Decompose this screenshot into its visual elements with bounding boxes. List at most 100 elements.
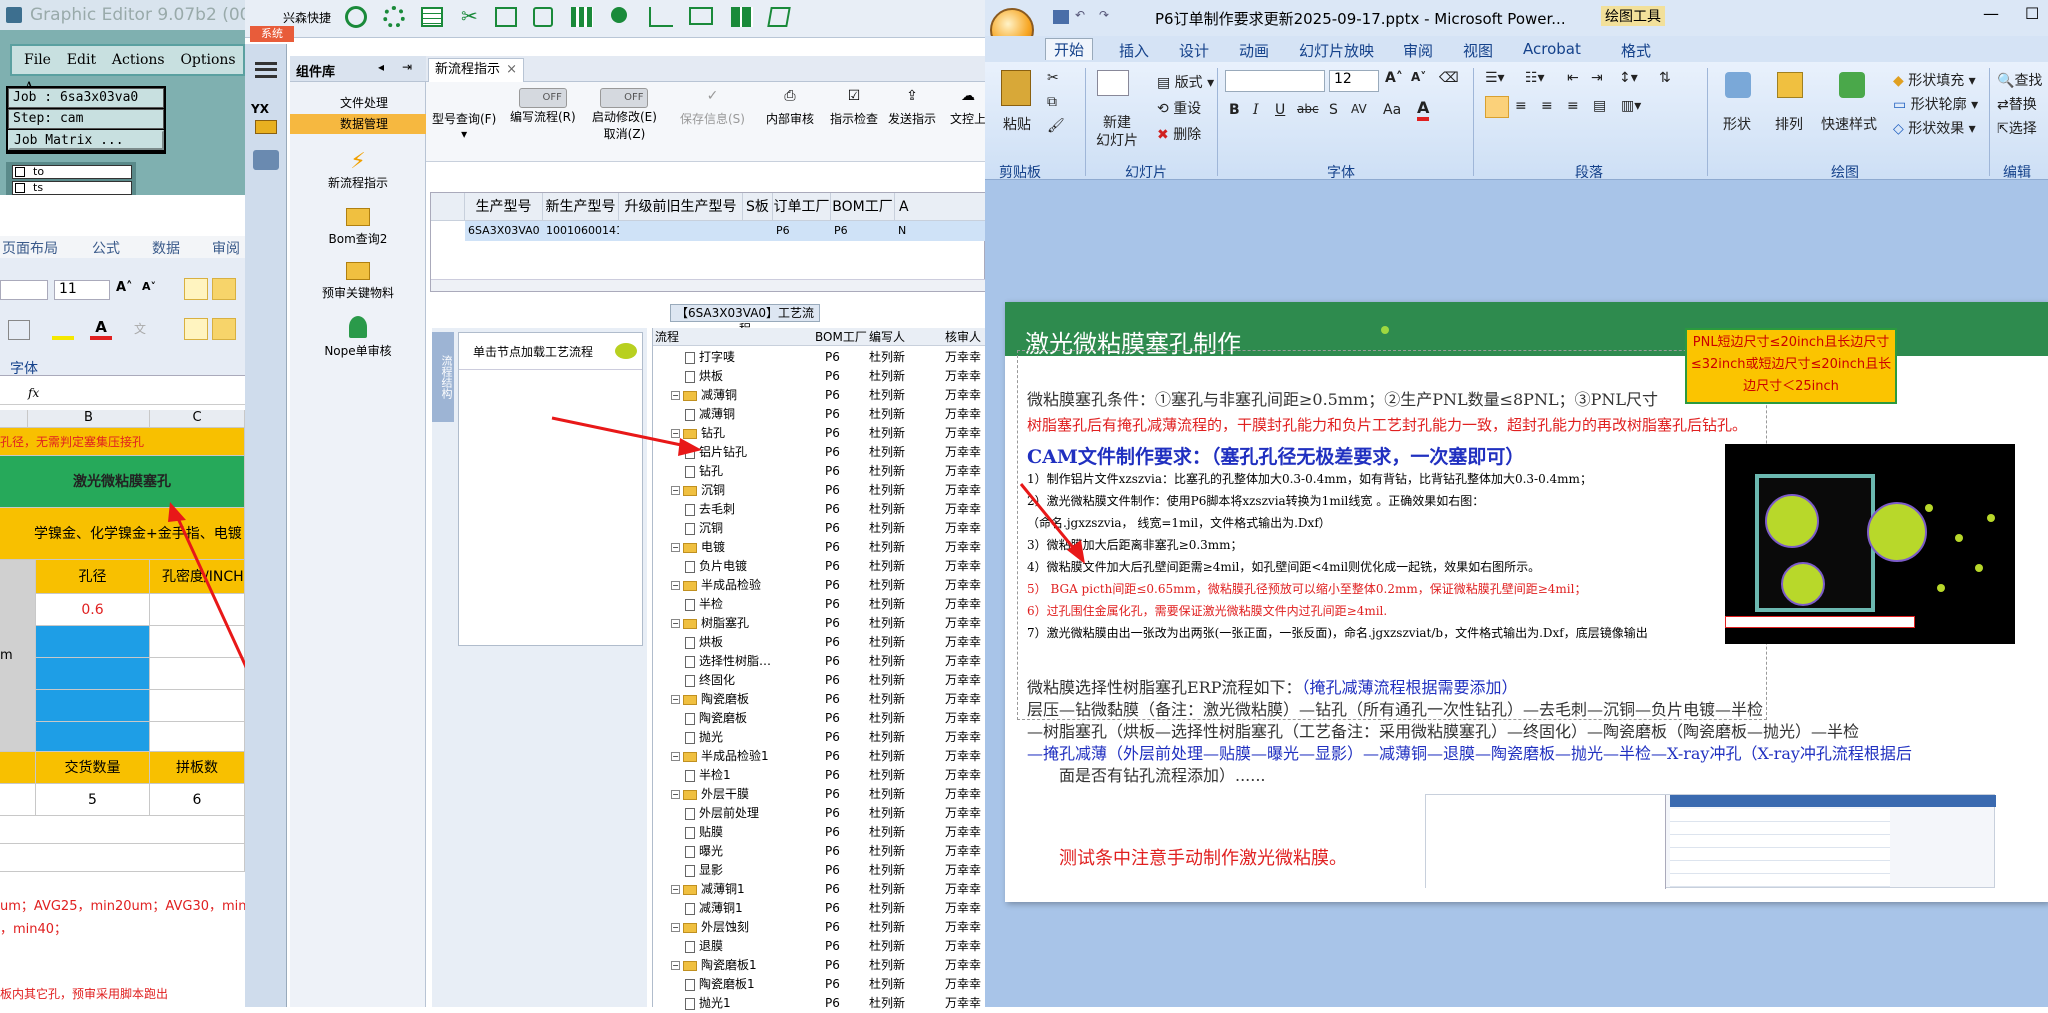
line-spacing-icon[interactable]: ↕▾ — [1619, 70, 1638, 86]
collapse-icon[interactable]: − — [671, 695, 680, 704]
cell-empty-row[interactable] — [0, 816, 245, 844]
side-cell[interactable]: m — [0, 560, 36, 752]
tree-row[interactable]: 打字唛 P6 杜列新 万幸幸 — [653, 348, 986, 367]
tree-row[interactable]: 减薄铜1 P6 杜列新 万幸幸 — [653, 899, 986, 918]
tab-new-flow[interactable]: 新流程指示 × — [428, 58, 524, 82]
grid-header[interactable]: BOM工厂 — [831, 193, 895, 221]
phonetic-icon[interactable]: 文 — [134, 320, 156, 340]
clear-format-icon[interactable]: ⌫ — [1439, 70, 1459, 86]
tree-row[interactable]: − 减薄铜1 P6 杜列新 万幸幸 — [653, 880, 986, 899]
tree-node[interactable]: − 半成品检验 — [671, 576, 761, 595]
check-instructions-button[interactable]: ☑ 指示检查 — [830, 88, 878, 127]
delete-button[interactable]: ✖ 删除 — [1157, 124, 1201, 144]
shrink-font-icon[interactable]: A˅ — [1411, 70, 1426, 84]
tab-formulas[interactable]: 公式 — [92, 238, 120, 258]
horizontal-scrollbar[interactable] — [431, 279, 986, 291]
search-icon[interactable] — [345, 6, 367, 28]
erp-flow-line[interactable]: —掩孔减薄（外层前处理—贴膜—曝光—显影）—减薄铜—退膜—陶瓷磨板—抛光—半检—… — [1027, 740, 1912, 764]
erp-flow-line[interactable]: —树脂塞孔（烘板—选择性树脂塞孔（工艺备注：采用微粘膜塞孔）—终固化）—陶瓷磨板… — [1027, 718, 1859, 742]
select-button[interactable]: ⇱选择 — [1997, 118, 2037, 138]
increase-indent-icon[interactable]: ⇥ — [1591, 70, 1603, 86]
start-modify-toggle[interactable]: OFF 启动修改(E) 取消(Z) — [592, 88, 657, 142]
tree-row[interactable]: − 树脂塞孔 P6 杜列新 万幸幸 — [653, 614, 986, 633]
cam-item-red[interactable]: 6）过孔围住金属化孔，需要保证激光微粘膜文件内过孔间距≥4mil. — [1027, 602, 1387, 619]
tab-home[interactable]: 开始 — [1045, 38, 1094, 60]
tree-row[interactable]: 曝光 P6 杜列新 万幸幸 — [653, 842, 986, 861]
model-query-button[interactable]: 型号查询(F) ▾ — [432, 88, 496, 141]
tree-node[interactable]: 负片电镀 — [685, 557, 747, 576]
toggle-switch[interactable]: OFF — [600, 88, 649, 108]
nav-file-processing[interactable]: 文件处理 — [290, 94, 426, 111]
cam-item[interactable]: 1）制作铝片文件xzszvia：比塞孔的孔整体加大0.3-0.4mm，如有背钻，… — [1027, 470, 1592, 487]
tree-row[interactable]: 半检1 P6 杜列新 万幸幸 — [653, 766, 986, 785]
nav-data-management[interactable]: 数据管理 — [290, 114, 426, 134]
job-matrix-button[interactable]: Job Matrix ... — [8, 130, 164, 150]
tree-node[interactable]: 烘板 — [685, 633, 723, 652]
grow-font-icon[interactable]: A˄ — [1385, 70, 1403, 86]
undo-icon[interactable]: ↶ — [1075, 8, 1085, 22]
tree-row[interactable]: 半检 P6 杜列新 万幸幸 — [653, 595, 986, 614]
tree-row[interactable]: 外层前处理 P6 杜列新 万幸幸 — [653, 804, 986, 823]
tree-node[interactable]: 减薄铜1 — [685, 899, 743, 918]
tree-node[interactable]: − 减薄铜1 — [671, 880, 745, 899]
new-slide-icon[interactable] — [1097, 70, 1129, 96]
minimize-icon[interactable]: — — [1983, 4, 1999, 23]
grid-icon[interactable] — [495, 7, 517, 27]
cam-item[interactable]: 2）激光微粘膜文件制作：使用P6脚本将xzszvia转换为1mil线宽 。正确效… — [1027, 492, 1484, 509]
tree-row[interactable]: 去毛刺 P6 杜列新 万幸幸 — [653, 500, 986, 519]
tree-node[interactable]: − 树脂塞孔 — [671, 614, 749, 633]
cut-icon[interactable]: ✂ — [1047, 70, 1059, 86]
paste-button[interactable]: 粘贴 — [1003, 114, 1031, 134]
case-icon[interactable]: Aa — [1383, 102, 1401, 118]
tree-node[interactable]: − 电镀 — [671, 538, 725, 557]
slide-canvas[interactable]: 激光微粘膜塞孔制作 PNL短边尺寸≤20inch且长边尺寸 ≤32inch或短边… — [1005, 302, 2048, 902]
shapes-button[interactable]: 形状 — [1723, 114, 1751, 134]
tree-node[interactable]: 去毛刺 — [685, 500, 735, 519]
tree-row[interactable]: 抛光 P6 杜列新 万幸幸 — [653, 728, 986, 747]
cell-blue[interactable] — [36, 626, 150, 658]
font-color-icon[interactable]: A — [90, 318, 112, 340]
rotate-handle[interactable] — [1381, 326, 1389, 334]
align-center-icon[interactable] — [212, 318, 236, 340]
shrink-font-icon[interactable]: A˅ — [142, 280, 164, 300]
tree-node[interactable]: − 减薄铜 — [671, 386, 737, 405]
tree-node[interactable]: 烘板 — [685, 367, 723, 386]
tree-row[interactable]: − 半成品检验1 P6 杜列新 万幸幸 — [653, 747, 986, 766]
value-5[interactable]: 5 — [36, 784, 150, 816]
tree-row[interactable]: − 电镀 P6 杜列新 万幸幸 — [653, 538, 986, 557]
edit-flow-toggle[interactable]: OFF 编写流程(R) — [510, 88, 576, 125]
tree-node[interactable]: 打字唛 — [685, 348, 735, 367]
grid-cell[interactable]: P6 — [831, 221, 895, 241]
cell-empty[interactable] — [0, 784, 36, 816]
value-6[interactable]: 6 — [150, 784, 245, 816]
tree-row[interactable]: 退膜 P6 杜列新 万幸幸 — [653, 937, 986, 956]
tree-row[interactable]: 选择性树脂… P6 杜列新 万幸幸 — [653, 652, 986, 671]
align-middle-icon[interactable] — [212, 278, 236, 300]
checkbox-icon[interactable] — [15, 167, 25, 177]
cell-blue[interactable] — [36, 658, 150, 690]
tree-node[interactable]: − 半成品检验1 — [671, 747, 769, 766]
erp-flow-line[interactable]: 层压—钻微黏膜（备注：激光微粘膜）—钻孔（所有通孔一次性钻孔）—去毛刺—沉铜—负… — [1027, 696, 1763, 720]
cell-yellow[interactable] — [0, 752, 36, 784]
copy-icon[interactable]: ⧉ — [1047, 94, 1057, 110]
distributed-icon[interactable]: ▤ — [1593, 98, 1606, 114]
tree-row[interactable]: 显影 P6 杜列新 万幸幸 — [653, 861, 986, 880]
pnl-size-box[interactable]: PNL短边尺寸≤20inch且长边尺寸 ≤32inch或短边尺寸≤20inch且… — [1685, 328, 1897, 404]
menu-options[interactable]: Options — [180, 46, 235, 74]
decrease-indent-icon[interactable]: ⇤ — [1567, 70, 1579, 86]
tree-row[interactable]: 抛光1 P6 杜列新 万幸幸 — [653, 994, 986, 1013]
align-left-icon[interactable] — [1485, 96, 1509, 118]
tree-row[interactable]: − 陶瓷磨板1 P6 杜列新 万幸幸 — [653, 956, 986, 975]
quick-styles-icon[interactable] — [1839, 72, 1865, 98]
format-painter-icon[interactable]: 🖌 — [1047, 118, 1065, 134]
spacing-icon[interactable]: AV — [1351, 102, 1367, 116]
condition-line[interactable]: 微粘膜塞孔条件：①塞孔与非塞孔间距≥0.5mm；②生产PNL数量≤8PNL；③P… — [1027, 386, 1658, 410]
bullets-icon[interactable]: ☰▾ — [1485, 70, 1505, 86]
layer-item[interactable]: to — [12, 165, 132, 179]
bold-icon[interactable]: B — [1229, 102, 1240, 118]
collapse-icon[interactable]: − — [671, 885, 680, 894]
cut-icon[interactable]: ✂ — [461, 4, 478, 28]
reset-button[interactable]: ⟲ 重设 — [1157, 98, 1201, 118]
col-jiaohuo[interactable]: 交货数量 — [36, 752, 150, 784]
tree-node[interactable]: 选择性树脂… — [685, 652, 771, 671]
